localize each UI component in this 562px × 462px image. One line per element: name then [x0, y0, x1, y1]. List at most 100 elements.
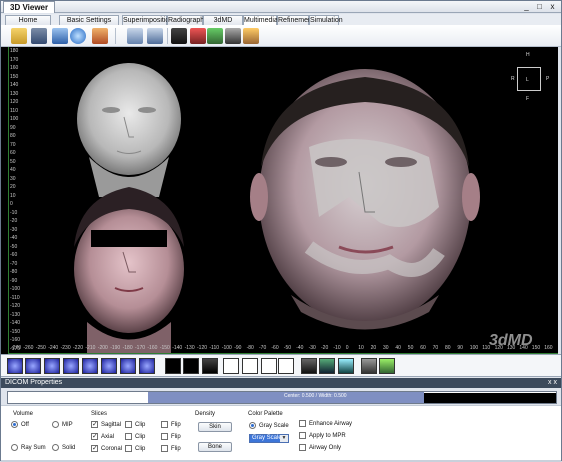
- radio-icon[interactable]: [11, 444, 18, 451]
- x-tick-label: 90: [457, 345, 463, 351]
- color-palette-title: Color Palette: [248, 411, 283, 417]
- orientation-indicator[interactable]: H R P L F: [511, 52, 551, 102]
- view-right-icon[interactable]: [44, 358, 60, 374]
- person-green-icon[interactable]: [379, 358, 395, 374]
- skin-button[interactable]: Skin: [198, 422, 232, 432]
- radio-icon[interactable]: [11, 421, 18, 428]
- y-tick-label: 10: [10, 192, 16, 199]
- user-settings-icon[interactable]: [92, 28, 108, 44]
- print-icon[interactable]: [127, 28, 143, 44]
- person-gray-icon[interactable]: [361, 358, 377, 374]
- apply-to-mpr-checkbox[interactable]: Apply to MPR: [299, 432, 346, 439]
- x-tick-label: 40: [395, 345, 401, 351]
- face-texture-icon[interactable]: [319, 358, 335, 374]
- layers-icon[interactable]: [202, 358, 218, 374]
- sagittal-clip-checkbox[interactable]: Clip: [125, 421, 145, 428]
- tab-home[interactable]: Home: [5, 15, 51, 25]
- checkmark-icon[interactable]: ✓: [91, 433, 98, 440]
- dicom-panel-header: DICOM Properties x x: [1, 378, 561, 388]
- view-preset-strip: [1, 354, 561, 377]
- slice-sagittal-checkbox[interactable]: ✓ Sagittal: [91, 421, 121, 428]
- layout-single-icon[interactable]: [223, 358, 239, 374]
- tab-simulation[interactable]: Simulation: [309, 15, 343, 25]
- refresh-icon[interactable]: [70, 28, 86, 44]
- radio-icon[interactable]: [52, 421, 59, 428]
- view-front-icon[interactable]: [7, 358, 23, 374]
- close-icon[interactable]: x: [548, 2, 557, 11]
- gray-scale-option[interactable]: Gray Scale: [249, 422, 289, 429]
- orientation-left: R: [511, 76, 515, 82]
- view-left-icon[interactable]: [25, 358, 41, 374]
- solid-cube-icon[interactable]: [183, 358, 199, 374]
- y-tick-label: -10: [10, 209, 18, 216]
- tab-radiography[interactable]: Radiography: [167, 15, 208, 25]
- 3d-viewport[interactable]: [9, 47, 558, 354]
- volume-off-option[interactable]: Off: [11, 421, 29, 428]
- checkbox-icon[interactable]: [125, 421, 132, 428]
- view-oblique-icon[interactable]: [120, 358, 136, 374]
- clip-label: Clip: [135, 421, 146, 428]
- checkbox-icon[interactable]: [161, 421, 168, 428]
- checkbox-icon[interactable]: [299, 432, 306, 439]
- minimize-icon[interactable]: _: [522, 2, 531, 11]
- layout-triple-icon[interactable]: [278, 358, 294, 374]
- checkbox-icon[interactable]: [161, 445, 168, 452]
- checkbox-icon[interactable]: [125, 433, 132, 440]
- tab-refinement[interactable]: Refinement: [277, 15, 314, 25]
- face-gray-icon[interactable]: [301, 358, 317, 374]
- chevron-down-icon[interactable]: ▼: [280, 435, 288, 442]
- tab-3dmd-analysis[interactable]: 3dMD Analysis: [203, 15, 243, 33]
- play-icon[interactable]: [207, 28, 223, 44]
- slice-coronal-checkbox[interactable]: ✓ Coronal: [91, 445, 122, 452]
- layout-dual-icon[interactable]: [261, 358, 277, 374]
- radio-icon[interactable]: [249, 422, 256, 429]
- view-oblique-2-icon[interactable]: [139, 358, 155, 374]
- airway-only-checkbox[interactable]: Airway Only: [299, 444, 341, 451]
- close-icon[interactable]: x: [554, 379, 558, 386]
- checkbox-icon[interactable]: [299, 444, 306, 451]
- layout-quad-icon[interactable]: [242, 358, 258, 374]
- pin-icon[interactable]: x: [548, 379, 552, 386]
- checkmark-icon[interactable]: ✓: [91, 445, 98, 452]
- volume-mip-option[interactable]: MIP: [52, 421, 73, 428]
- face-blue-icon[interactable]: [338, 358, 354, 374]
- screenshot-icon[interactable]: [52, 28, 68, 44]
- view-back-icon[interactable]: [101, 358, 117, 374]
- save-icon[interactable]: [31, 28, 47, 44]
- record-icon[interactable]: [190, 28, 206, 44]
- coronal-clip-checkbox[interactable]: Clip: [125, 445, 145, 452]
- x-tick-label: -30: [308, 345, 316, 351]
- export-icon[interactable]: [147, 28, 163, 44]
- film-icon[interactable]: [225, 28, 241, 44]
- view-bottom-icon[interactable]: [82, 358, 98, 374]
- open-folder-icon[interactable]: [11, 28, 27, 44]
- window-level-histogram[interactable]: Center: 0.500 / Width: 0.500: [7, 391, 557, 404]
- checkbox-icon[interactable]: [161, 433, 168, 440]
- wireframe-cube-icon[interactable]: [165, 358, 181, 374]
- checkbox-icon[interactable]: [125, 445, 132, 452]
- axial-flip-checkbox[interactable]: Flip: [161, 433, 181, 440]
- sagittal-flip-checkbox[interactable]: Flip: [161, 421, 181, 428]
- tab-superimposition[interactable]: Superimposition: [122, 15, 173, 25]
- slice-axial-checkbox[interactable]: ✓ Axial: [91, 433, 114, 440]
- bone-button[interactable]: Bone: [198, 442, 232, 452]
- maximize-icon[interactable]: □: [535, 2, 544, 11]
- axial-clip-checkbox[interactable]: Clip: [125, 433, 145, 440]
- volume-raysum-option[interactable]: Ray Sum: [11, 444, 46, 451]
- coronal-flip-checkbox[interactable]: Flip: [161, 445, 181, 452]
- tab-basic-settings[interactable]: Basic Settings: [59, 15, 119, 25]
- checkmark-icon[interactable]: ✓: [91, 421, 98, 428]
- volume-solid-option[interactable]: Solid: [52, 444, 75, 451]
- palette-dropdown[interactable]: Gray Scale ▼: [249, 434, 289, 443]
- movie-icon[interactable]: [243, 28, 259, 44]
- flip-label: Flip: [171, 445, 181, 452]
- camera-icon[interactable]: [171, 28, 187, 44]
- checkbox-icon[interactable]: [299, 420, 306, 427]
- toolbar-separator: [167, 28, 168, 44]
- tab-multimedia[interactable]: Multimedia: [243, 15, 278, 25]
- view-top-icon[interactable]: [63, 358, 79, 374]
- enhance-airway-checkbox[interactable]: Enhance Airway: [299, 420, 352, 427]
- x-tick-label: 0: [345, 345, 349, 351]
- x-tick-label: -270: [11, 345, 22, 351]
- radio-icon[interactable]: [52, 444, 59, 451]
